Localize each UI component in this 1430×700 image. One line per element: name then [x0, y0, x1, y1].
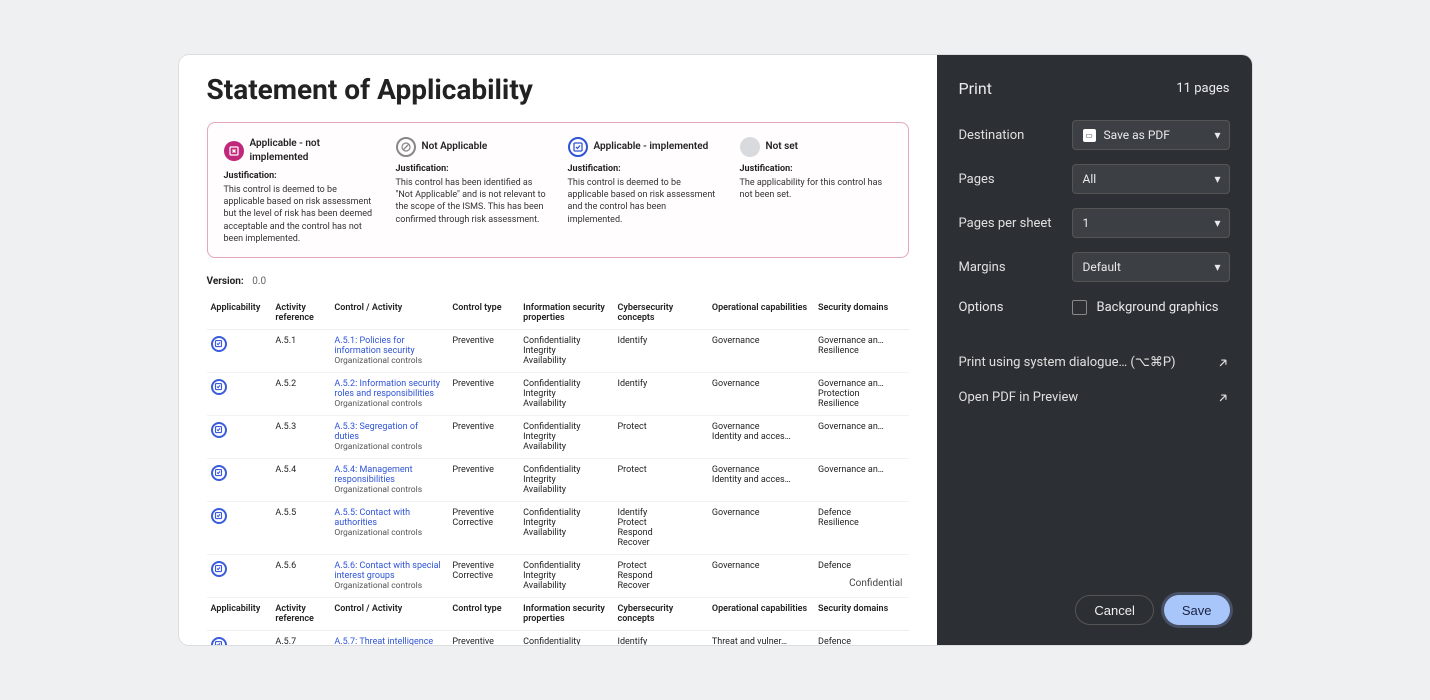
document-title: Statement of Applicability	[207, 73, 909, 106]
table-row: A.5.7A.5.7: Threat intelligencePreventiv…	[207, 630, 909, 645]
column-header: Control type	[448, 597, 519, 630]
table-row: A.5.5 A.5.5: Contact with authoritiesOrg…	[207, 501, 909, 554]
column-header: Activity reference	[271, 597, 330, 630]
table-row: A.5.2 A.5.2: Information security roles …	[207, 372, 909, 415]
column-header: Information security properties	[519, 297, 613, 330]
chevron-down-icon: ▾	[1214, 172, 1220, 186]
table-header-row: ApplicabilityActivity referenceControl /…	[207, 597, 909, 630]
chevron-down-icon: ▾	[1214, 128, 1220, 142]
open-preview-link[interactable]: Open PDF in Preview	[959, 380, 1230, 415]
column-header: Activity reference	[271, 297, 330, 330]
destination-select[interactable]: ▭ Save as PDF ▾	[1072, 120, 1230, 150]
column-header: Operational capabilities	[708, 597, 814, 630]
chevron-down-icon: ▾	[1214, 216, 1220, 230]
applicability-implemented-icon	[211, 508, 227, 524]
column-header: Applicability	[207, 297, 272, 330]
pages-select[interactable]: All ▾	[1072, 164, 1230, 194]
control-link[interactable]: A.5.7: Threat intelligence	[334, 637, 433, 645]
confidential-watermark: Confidential	[849, 578, 902, 589]
table-header-row: ApplicabilityActivity referenceControl /…	[207, 297, 909, 330]
save-button[interactable]: Save	[1164, 595, 1230, 625]
column-header: Applicability	[207, 597, 272, 630]
column-header: Cybersecurity concepts	[614, 597, 708, 630]
print-preview-area: Statement of Applicability Applicable - …	[179, 55, 937, 645]
external-link-icon	[1216, 356, 1230, 370]
column-header: Information security properties	[519, 597, 613, 630]
background-graphics-label: Background graphics	[1097, 300, 1219, 315]
options-label: Options	[959, 300, 1004, 315]
external-link-icon	[1216, 391, 1230, 405]
legend-item: Not ApplicableJustification:This control…	[396, 137, 548, 245]
dot-icon	[740, 137, 760, 157]
legend-item: Applicable - not implementedJustificatio…	[224, 137, 376, 245]
version-line: Version: 0.0	[207, 276, 909, 287]
background-graphics-checkbox[interactable]	[1072, 300, 1087, 315]
column-header: Security domains	[814, 297, 908, 330]
destination-label: Destination	[959, 128, 1025, 143]
legend-box: Applicable - not implementedJustificatio…	[207, 122, 909, 258]
applicability-implemented-icon	[211, 561, 227, 577]
applicability-implemented-icon	[211, 336, 227, 352]
margins-label: Margins	[959, 260, 1006, 275]
cancel-button[interactable]: Cancel	[1075, 595, 1153, 625]
control-link[interactable]: A.5.3: Segregation of duties	[334, 422, 418, 442]
control-link[interactable]: A.5.5: Contact with authorities	[334, 508, 410, 528]
margins-select[interactable]: Default ▾	[1072, 252, 1230, 282]
page-count: 11 pages	[1176, 81, 1229, 96]
table-row: A.5.3 A.5.3: Segregation of dutiesOrgani…	[207, 415, 909, 458]
control-link[interactable]: A.5.6: Contact with special interest gro…	[334, 561, 440, 581]
column-header: Control / Activity	[330, 597, 448, 630]
column-header: Control / Activity	[330, 297, 448, 330]
pps-label: Pages per sheet	[959, 216, 1052, 231]
column-header: Operational capabilities	[708, 297, 814, 330]
system-dialog-link[interactable]: Print using system dialogue… (⌥⌘P)	[959, 345, 1230, 380]
check-box-icon	[568, 137, 588, 157]
applicability-implemented-icon	[211, 422, 227, 438]
table-row: A.5.4 A.5.4: Management responsibilities…	[207, 458, 909, 501]
column-header: Cybersecurity concepts	[614, 297, 708, 330]
soa-table: ApplicabilityActivity referenceControl /…	[207, 297, 909, 645]
panel-heading: Print	[959, 79, 992, 98]
applicability-implemented-icon	[211, 637, 227, 645]
applicability-implemented-icon	[211, 465, 227, 481]
print-settings-panel: Print 11 pages Destination ▭ Save as PDF…	[937, 55, 1252, 645]
column-header: Control type	[448, 297, 519, 330]
slash-icon	[396, 137, 416, 157]
pdf-icon: ▭	[1083, 129, 1096, 142]
table-row: A.5.6 A.5.6: Contact with special intere…	[207, 554, 909, 597]
pages-per-sheet-select[interactable]: 1 ▾	[1072, 208, 1230, 238]
column-header: Security domains	[814, 597, 908, 630]
applicability-implemented-icon	[211, 379, 227, 395]
control-link[interactable]: A.5.4: Management responsibilities	[334, 465, 412, 485]
print-dialog-window: Statement of Applicability Applicable - …	[179, 55, 1252, 645]
legend-item: Applicable - implementedJustification:Th…	[568, 137, 720, 245]
legend-item: Not setJustification:The applicability f…	[740, 137, 892, 245]
control-link[interactable]: A.5.2: Information security roles and re…	[334, 379, 440, 399]
x-box-icon	[224, 141, 244, 161]
table-row: A.5.1 A.5.1: Policies for information se…	[207, 329, 909, 372]
chevron-down-icon: ▾	[1214, 260, 1220, 274]
control-link[interactable]: A.5.1: Policies for information security	[334, 336, 414, 356]
pages-label: Pages	[959, 172, 995, 187]
